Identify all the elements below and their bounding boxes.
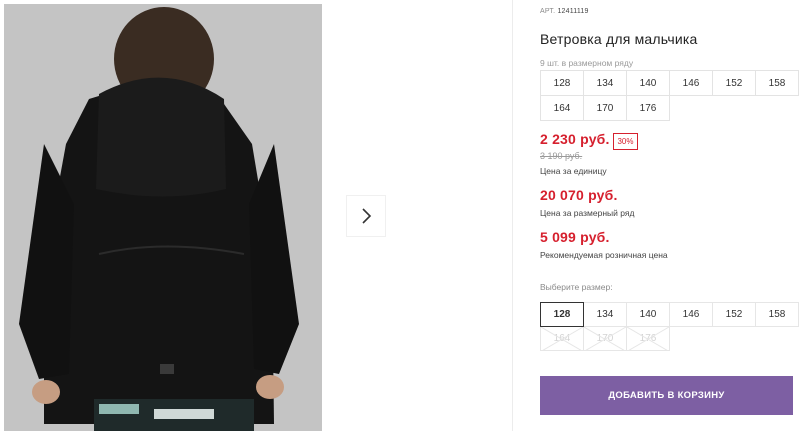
unavailable-cross-icon bbox=[627, 327, 669, 352]
range-size-cell: 128 bbox=[541, 71, 584, 96]
range-size-cell: 134 bbox=[584, 71, 627, 96]
size-option-unavailable: 176 bbox=[626, 326, 670, 352]
discount-badge: 30% bbox=[613, 133, 638, 150]
size-option[interactable]: 134 bbox=[583, 302, 627, 327]
range-size-cell: 158 bbox=[756, 71, 799, 96]
size-option[interactable]: 146 bbox=[669, 302, 713, 327]
old-price: 3 190 руб. bbox=[540, 151, 583, 161]
size-option-unavailable: 164 bbox=[540, 326, 584, 352]
size-option[interactable]: 140 bbox=[626, 302, 670, 327]
product-gallery bbox=[0, 0, 512, 431]
range-size-cell: 176 bbox=[627, 96, 670, 121]
range-size-cell: 170 bbox=[584, 96, 627, 121]
size-option[interactable]: 158 bbox=[755, 302, 799, 327]
range-price-caption: Цена за размерный ряд bbox=[540, 208, 635, 218]
product-photo bbox=[4, 4, 322, 431]
range-size-cell: 140 bbox=[627, 71, 670, 96]
product-panel: АРТ. 12411119 Ветровка для мальчика 9 шт… bbox=[540, 0, 800, 431]
retail-price-caption: Рекомендуемая розничная цена bbox=[540, 250, 668, 260]
unavailable-cross-icon bbox=[541, 327, 583, 352]
add-to-cart-button[interactable]: ДОБАВИТЬ В КОРЗИНУ bbox=[540, 376, 793, 415]
size-range-grid: 128 134 140 146 152 158 164 170 176 bbox=[540, 70, 799, 121]
retail-price: 5 099 руб. bbox=[540, 229, 610, 245]
panel-divider bbox=[512, 0, 513, 431]
unavailable-cross-icon bbox=[584, 327, 626, 352]
range-size-cell: 164 bbox=[541, 96, 584, 121]
range-note: 9 шт. в размерном ряду bbox=[540, 58, 634, 68]
product-title: Ветровка для мальчика bbox=[540, 31, 698, 47]
size-option[interactable]: 152 bbox=[712, 302, 756, 327]
size-option-unavailable: 170 bbox=[583, 326, 627, 352]
chevron-right-icon bbox=[362, 208, 372, 224]
choose-size-label: Выберите размер: bbox=[540, 282, 613, 292]
size-picker: 128 134 140 146 152 158 164 170 176 bbox=[540, 302, 799, 352]
article-label: АРТ. bbox=[540, 8, 556, 15]
range-size-cell: 152 bbox=[713, 71, 756, 96]
gallery-next-button[interactable] bbox=[347, 196, 385, 236]
article-value: 12411119 bbox=[557, 8, 589, 15]
range-size-cell: 146 bbox=[670, 71, 713, 96]
article-number: АРТ. 12411119 bbox=[540, 8, 589, 15]
unit-price: 2 230 руб. bbox=[540, 131, 610, 147]
size-option-selected[interactable]: 128 bbox=[540, 302, 584, 327]
unit-price-caption: Цена за единицу bbox=[540, 166, 607, 176]
range-price: 20 070 руб. bbox=[540, 187, 618, 203]
